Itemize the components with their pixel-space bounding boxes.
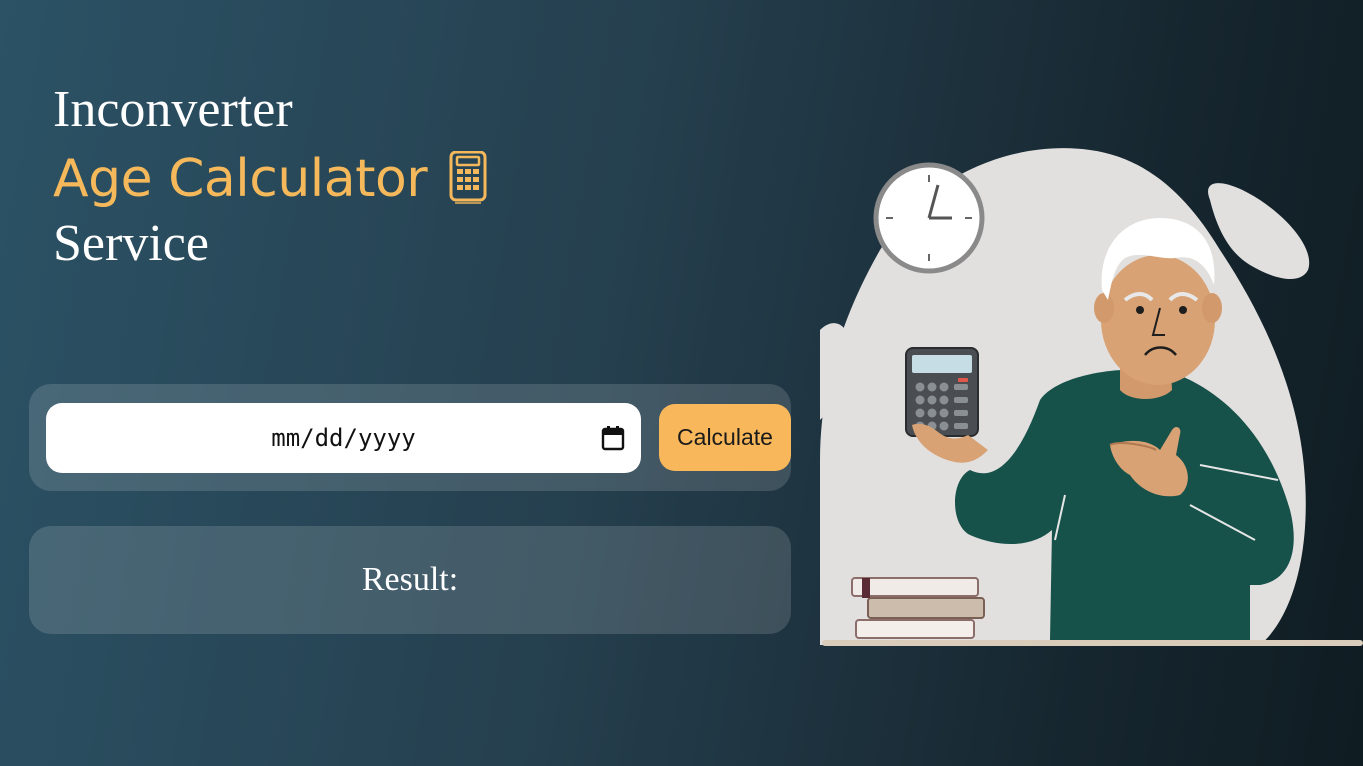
- calendar-icon[interactable]: [601, 425, 625, 451]
- clock-icon: [873, 162, 985, 274]
- result-label: Result:: [361, 561, 459, 598]
- handheld-calculator-icon: [905, 347, 979, 437]
- page-title: Age Calculator: [53, 149, 428, 209]
- brand-name: Inconverter: [53, 81, 293, 138]
- birthdate-input[interactable]: mm/dd/yyyy: [46, 403, 641, 473]
- elderly-man-illustration: [820, 140, 1363, 650]
- man-head: [1101, 255, 1215, 385]
- date-placeholder: mm/dd/yyyy: [271, 424, 416, 452]
- date-form: mm/dd/yyyy Calculate: [29, 384, 791, 491]
- calculate-button[interactable]: Calculate: [659, 404, 791, 471]
- page-subtitle: Service: [53, 215, 209, 272]
- page-heading: Inconverter Age Calculator Service: [53, 80, 489, 274]
- result-panel: Result:: [29, 526, 791, 634]
- calculator-icon: [449, 150, 489, 207]
- books-stack: [851, 577, 985, 639]
- title-row: Age Calculator: [53, 148, 489, 210]
